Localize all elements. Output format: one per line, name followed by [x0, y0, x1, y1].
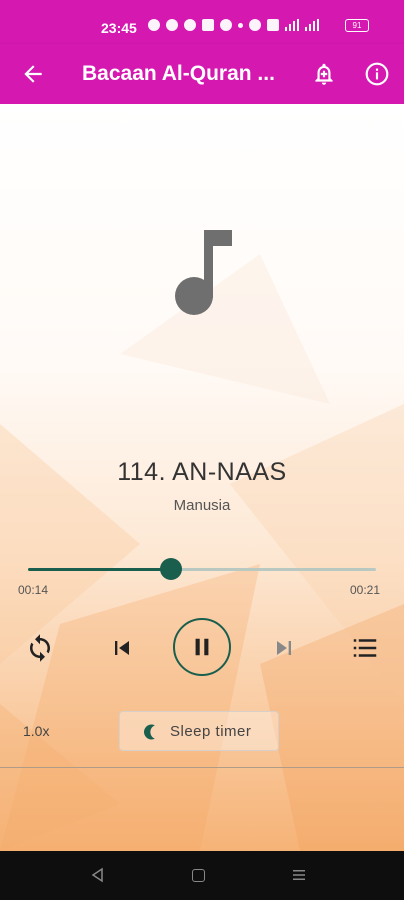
app-bar: Bacaan Al-Quran ...	[0, 44, 404, 104]
page-title: Bacaan Al-Quran ...	[82, 62, 275, 85]
playback-speed-button[interactable]: 1.0x	[23, 723, 49, 739]
seek-bar[interactable]	[28, 558, 376, 580]
music-note-icon	[175, 230, 232, 315]
elapsed-time: 00:14	[18, 583, 49, 597]
more-notifications-icon	[238, 22, 243, 28]
status-time: 23:45	[101, 20, 137, 36]
moon-icon	[144, 724, 155, 740]
whatsapp-icon	[148, 19, 160, 31]
nav-recents-icon[interactable]	[292, 868, 306, 882]
track-subtitle: Manusia	[173, 497, 231, 514]
nav-home-icon[interactable]	[192, 869, 205, 882]
wechat-icon	[184, 19, 196, 31]
alarm-icon	[249, 19, 261, 31]
divider	[0, 767, 404, 768]
bell-plus-icon[interactable]	[311, 61, 337, 87]
info-icon[interactable]	[364, 61, 390, 87]
sleep-timer-button[interactable]: Sleep timer	[119, 711, 279, 751]
track-title: 114. AN-NAAS	[117, 458, 287, 486]
seek-thumb[interactable]	[159, 558, 182, 580]
system-nav-bar	[0, 851, 404, 900]
nav-back-icon[interactable]	[90, 867, 104, 883]
sleep-timer-label: Sleep timer	[170, 723, 252, 740]
battery-icon: 91	[345, 19, 369, 32]
playlist-icon[interactable]	[350, 633, 380, 663]
seek-progress	[28, 568, 171, 571]
skip-next-icon[interactable]	[270, 633, 298, 663]
skip-previous-icon[interactable]	[108, 633, 136, 663]
total-time: 00:21	[350, 583, 381, 597]
messenger-icon	[220, 19, 232, 31]
notification-icons	[148, 19, 319, 31]
back-arrow-icon[interactable]	[20, 61, 46, 87]
pause-button[interactable]	[173, 618, 231, 676]
app-notification-icon	[202, 19, 214, 31]
signal-icon-2	[305, 19, 319, 31]
pause-icon	[195, 638, 209, 656]
status-bar: 23:45 91	[0, 0, 404, 44]
vibrate-icon	[267, 19, 279, 31]
signal-icon	[285, 19, 299, 31]
telegram-icon	[166, 19, 178, 31]
repeat-icon[interactable]	[25, 633, 55, 663]
